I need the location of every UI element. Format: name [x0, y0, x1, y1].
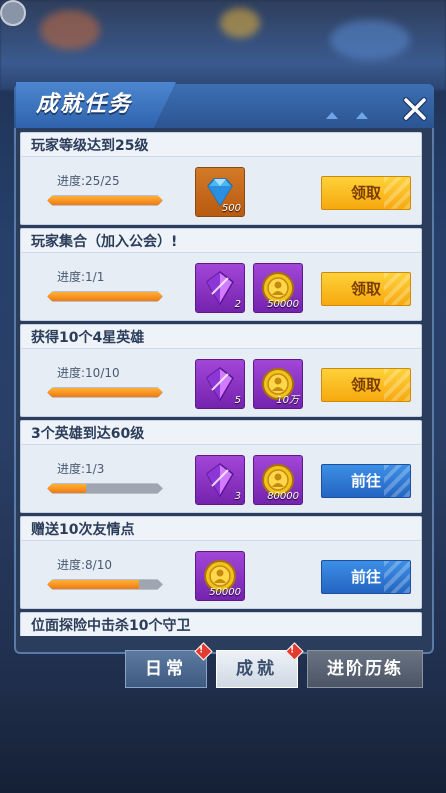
reward-count: 5: [234, 395, 241, 406]
button-label: 领取: [350, 376, 381, 394]
reward-item[interactable]: 500: [195, 167, 245, 217]
close-icon: [403, 97, 427, 121]
quest-title: 赠送10次友情点: [31, 522, 135, 538]
progress-bar-fill: [48, 388, 162, 397]
reward-item[interactable]: 50000: [195, 551, 245, 601]
tab-label: 成就: [236, 659, 278, 679]
reward-item[interactable]: 3: [195, 455, 245, 505]
reward-item[interactable]: 2: [195, 263, 245, 313]
reward-item[interactable]: 80000: [253, 455, 303, 505]
reward-count: 3: [234, 491, 241, 502]
progress-bar: [47, 579, 163, 590]
progress-bar: [47, 195, 163, 206]
button-decoration: [384, 369, 410, 401]
progress-label: 进度:1/3: [57, 462, 105, 476]
badge-text: !: [290, 645, 299, 656]
reward-count: 10万: [276, 395, 299, 406]
reward-count: 500: [221, 203, 241, 214]
quest-title: 玩家等级达到25级: [31, 138, 149, 154]
claim-button[interactable]: 领取: [321, 176, 411, 210]
tab-daily[interactable]: 日常 !: [125, 642, 213, 688]
progress-label: 进度:10/10: [57, 366, 120, 380]
quest-list[interactable]: 玩家等级达到25级 进度:25/25 500 领取 玩家集合（加入公会）! 进度…: [20, 128, 428, 636]
quest-card: 玩家等级达到25级 进度:25/25 500 领取: [20, 132, 422, 225]
quest-card: 玩家集合（加入公会）! 进度:1/1 2 50000 领取: [20, 228, 422, 321]
progress-label: 进度:1/1: [57, 270, 105, 284]
button-decoration: [384, 273, 410, 305]
reward-list: 2 50000: [195, 263, 303, 315]
claim-button[interactable]: 领取: [321, 272, 411, 306]
reward-count: 2: [234, 299, 241, 310]
progress-bar-fill: [48, 580, 140, 589]
badge-text: !: [199, 645, 208, 656]
quest-title: 位面探险中击杀10个守卫: [31, 618, 191, 634]
reward-count: 50000: [209, 587, 241, 598]
tab-advanced-training[interactable]: 进阶历练: [307, 650, 423, 688]
button-decoration: [384, 561, 410, 593]
panel-title: 成就任务: [36, 92, 133, 117]
quest-card: 赠送10次友情点 进度:8/10 50000 前往: [20, 516, 422, 609]
quest-title: 3个英雄到达60级: [31, 426, 145, 442]
close-button[interactable]: [398, 92, 432, 126]
tab-label: 进阶历练: [327, 659, 403, 679]
quest-card: 3个英雄到达60级 进度:1/3 3 80000 前往: [20, 420, 422, 513]
progress-bar-fill: [48, 292, 162, 301]
progress-label: 进度:8/10: [57, 558, 112, 572]
reward-item[interactable]: 10万: [253, 359, 303, 409]
go-button[interactable]: 前往: [321, 560, 411, 594]
button-label: 领取: [350, 184, 381, 202]
quest-title: 获得10个4星英雄: [31, 330, 145, 346]
quest-card: 获得10个4星英雄 进度:10/10 5 10万 领取: [20, 324, 422, 417]
reward-item[interactable]: 50000: [253, 263, 303, 313]
tab-label: 日常: [145, 659, 187, 679]
button-label: 领取: [350, 280, 381, 298]
header-decoration: [326, 112, 338, 119]
reward-item[interactable]: 5: [195, 359, 245, 409]
reward-count: 80000: [267, 491, 299, 502]
reward-list: 50000: [195, 551, 245, 603]
background-blob: [220, 8, 260, 38]
button-label: 前往: [350, 472, 381, 490]
tab-achievement[interactable]: 成就 !: [216, 642, 304, 688]
button-decoration: [384, 465, 410, 497]
header-decoration: [356, 112, 368, 119]
avatar: [0, 0, 26, 26]
progress-bar-fill: [48, 196, 162, 205]
progress-bar: [47, 483, 163, 494]
progress-bar: [47, 387, 163, 398]
reward-count: 50000: [267, 299, 299, 310]
background-blob: [330, 20, 410, 60]
claim-button[interactable]: 领取: [321, 368, 411, 402]
progress-label: 进度:25/25: [57, 174, 120, 188]
reward-list: 5 10万: [195, 359, 303, 411]
reward-list: 3 80000: [195, 455, 303, 507]
button-decoration: [384, 177, 410, 209]
reward-list: 500: [195, 167, 245, 219]
background-blob: [40, 10, 100, 50]
progress-bar: [47, 291, 163, 302]
game-background-bottom: [0, 690, 446, 793]
quest-title: 玩家集合（加入公会）!: [31, 234, 178, 250]
button-label: 前往: [350, 568, 381, 586]
progress-bar-fill: [48, 484, 86, 493]
quest-card: 位面探险中击杀10个守卫: [20, 612, 422, 636]
go-button[interactable]: 前往: [321, 464, 411, 498]
